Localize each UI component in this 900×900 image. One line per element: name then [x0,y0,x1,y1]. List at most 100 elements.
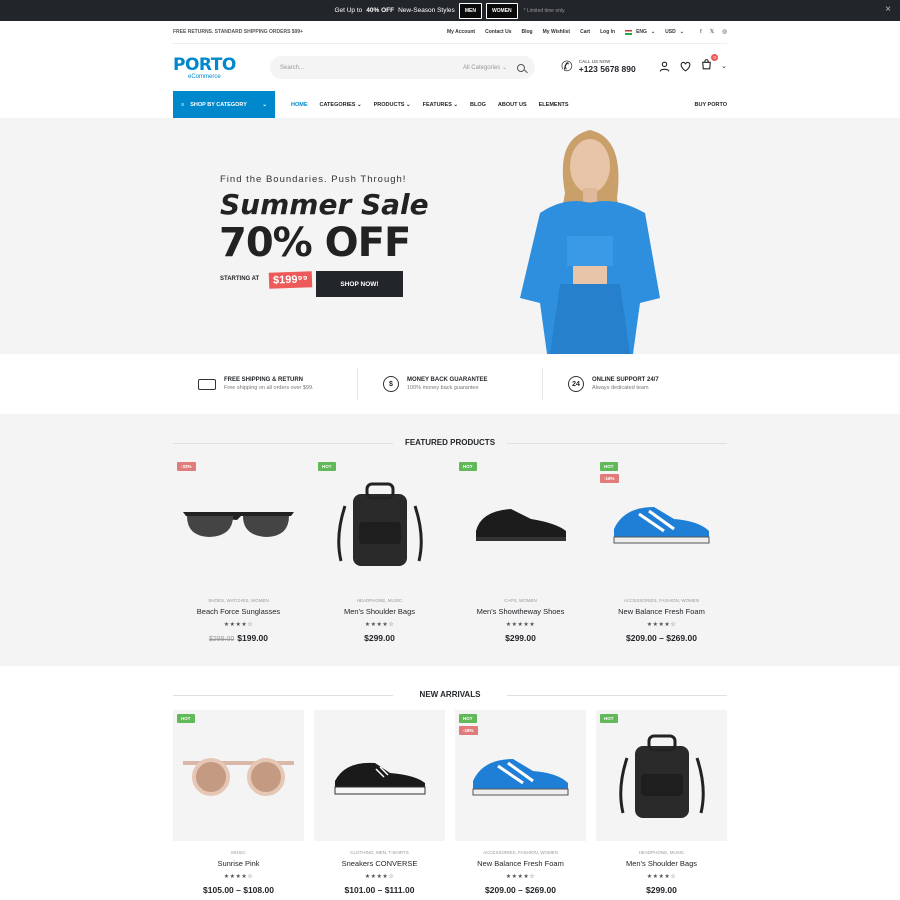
search-icon[interactable] [517,63,525,72]
shoulder-bag-image [336,482,423,566]
link-my-account[interactable]: My Account [447,29,475,35]
feature-money-back: $ MONEY BACK GUARANTEE 100% money back gu… [358,368,543,400]
phone-number[interactable]: +123 5678 890 [579,64,636,74]
link-log-in[interactable]: Log In [600,29,615,35]
nav-item-categories[interactable]: CATEGORIES ⌄ [320,102,362,108]
shop-by-category-button[interactable]: ≡ SHOP BY CATEGORY ⌄ [173,91,275,118]
product-price: $299.00 [505,633,536,643]
heart-icon[interactable] [679,60,692,73]
product-name[interactable]: Beach Force Sunglasses [173,607,304,616]
shop-now-button[interactable]: SHOP NOW! [316,271,403,297]
search-category-select[interactable]: All Categories ⌄ [463,64,517,71]
promo-bar: Get Up to 40% OFF New-Season Styles MEN … [0,0,900,21]
link-blog[interactable]: Blog [522,29,533,35]
buy-porto-link[interactable]: BUY PORTO [695,102,728,108]
cart-button[interactable]: 0 [700,54,719,74]
call-us: ✆ CALL US NOW +123 5678 890 [561,58,636,75]
product-image[interactable]: HOT [455,458,586,589]
product-image[interactable]: -33% [173,458,304,589]
shop-by-category-label: SHOP BY CATEGORY [190,101,247,108]
nav-item-products[interactable]: PRODUCTS ⌄ [374,102,411,108]
product-image[interactable]: HOT [596,710,727,841]
product-image[interactable]: HOT [314,458,445,589]
link-my-wishlist[interactable]: My Wishlist [543,29,570,35]
product-name[interactable]: New Balance Fresh Foam [596,607,727,616]
main-header: PORTO eCommerce Search... All Categories… [173,48,727,88]
product-categories: HEADPHONE, MUSIC [638,850,685,855]
logo[interactable]: PORTO eCommerce [173,54,236,80]
hero-banner: Find the Boundaries. Push Through! Summe… [0,118,900,354]
product-image[interactable] [314,710,445,841]
product-categories: MUSIC [231,850,246,855]
support-24-icon: 24 [568,376,584,392]
hero-price: $199⁹⁹ [268,271,313,289]
nav-item-blog[interactable]: BLOG [470,102,486,108]
cart-count-badge: 0 [711,54,719,61]
search-input[interactable]: Search... [280,65,463,71]
currency-select[interactable]: USD ⌄ [665,29,684,35]
facebook-icon[interactable]: f [700,29,702,35]
product-card[interactable]: HOT CAPS, WOMEN Men's Showtheway Shoes ★… [455,458,586,643]
product-card[interactable]: HOT -18% ACCESSORIES, FASHION, WOMEN New… [455,710,586,895]
feature-title: ONLINE SUPPORT 24/7 [592,377,659,383]
close-icon[interactable]: × [885,4,891,15]
converse-sneaker-image [334,762,425,795]
product-categories: ACCESSORIES, FASHION, WOMEN [623,598,699,603]
truck-icon [198,378,216,390]
product-categories: CAPS, WOMEN [504,598,537,603]
product-name[interactable]: New Balance Fresh Foam [455,859,586,868]
product-name[interactable]: Men's Showtheway Shoes [455,607,586,616]
product-card[interactable]: CLOTHING, MEN, T-SHIRTS Sneakers CONVERS… [314,710,445,895]
product-price: $209.00 – $269.00 [626,633,697,643]
product-name[interactable]: Sneakers CONVERSE [314,859,445,868]
nav-item-elements[interactable]: ELEMENTS [539,102,569,108]
nav-item-home[interactable]: HOME [291,102,308,108]
product-card[interactable]: HOT HEADPHONE, MUSIC Men's Shoulder Bags… [314,458,445,643]
currency-value: USD [665,29,676,35]
phone-icon: ✆ [561,58,573,74]
flag-icon [625,29,633,35]
product-card[interactable]: HOT -18% ACCESSORIES, FASHION, WOMEN New… [596,458,727,643]
sale-badge: -18% [459,726,478,735]
feature-subtitle: Free shipping on all orders over $99. [224,385,314,391]
language-select[interactable]: ENG ⌄ [625,29,655,35]
product-price: $299.00 $199.00 [208,633,269,643]
product-price: $101.00 – $111.00 [344,885,415,895]
promo-men-button[interactable]: MEN [458,2,482,19]
instagram-icon[interactable]: ◎ [722,29,727,35]
rating-stars: ★★★★☆ [646,622,677,628]
product-name[interactable]: Sunrise Pink [173,859,304,868]
product-image[interactable]: HOT -18% [455,710,586,841]
feature-shipping: FREE SHIPPING & RETURN Free shipping on a… [173,368,358,400]
hero-title: Summer Sale [220,188,429,221]
blue-shoe-image [472,758,569,795]
nav-item-about-us[interactable]: ABOUT US [498,102,527,108]
feature-subtitle: 100% money back guarantee [407,385,479,391]
blue-shoe-image [613,506,710,543]
product-image[interactable]: HOT [173,710,304,841]
user-icon[interactable] [658,60,671,73]
product-name[interactable]: Men's Shoulder Bags [596,859,727,868]
promo-women-button[interactable]: WOMEN [485,2,518,19]
product-categories: HEADPHONE, MUSIC [356,598,403,603]
shoulder-bag-image [618,734,705,818]
x-twitter-icon[interactable]: 𝕏 [710,29,714,35]
search-bar: Search... All Categories ⌄ [270,56,535,79]
logo-text: PORTO [173,54,236,75]
product-categories: ACCESSORIES, FASHION, WOMEN [482,850,558,855]
product-card[interactable]: HOT HEADPHONE, MUSIC Men's Shoulder Bags… [596,710,727,895]
hot-badge: HOT [459,714,477,723]
social-links: f 𝕏 ◎ [700,29,727,35]
featured-grid: -33% SHOES, WATCHES, WOMEN Beach Force S… [173,458,727,643]
product-card[interactable]: HOT MUSIC Sunrise Pink ★★★★☆ $105.00 – $… [173,710,304,895]
product-image[interactable]: HOT -18% [596,458,727,589]
chevron-down-icon[interactable]: ⌄ [721,62,727,70]
link-contact-us[interactable]: Contact Us [485,29,511,35]
link-cart[interactable]: Cart [580,29,590,35]
pink-sunglasses-image [183,758,294,796]
hot-badge: HOT [600,462,618,471]
nav-item-features[interactable]: FEATURES ⌄ [423,102,458,108]
model-image [520,130,660,354]
product-name[interactable]: Men's Shoulder Bags [314,607,445,616]
product-card[interactable]: -33% SHOES, WATCHES, WOMEN Beach Force S… [173,458,304,643]
